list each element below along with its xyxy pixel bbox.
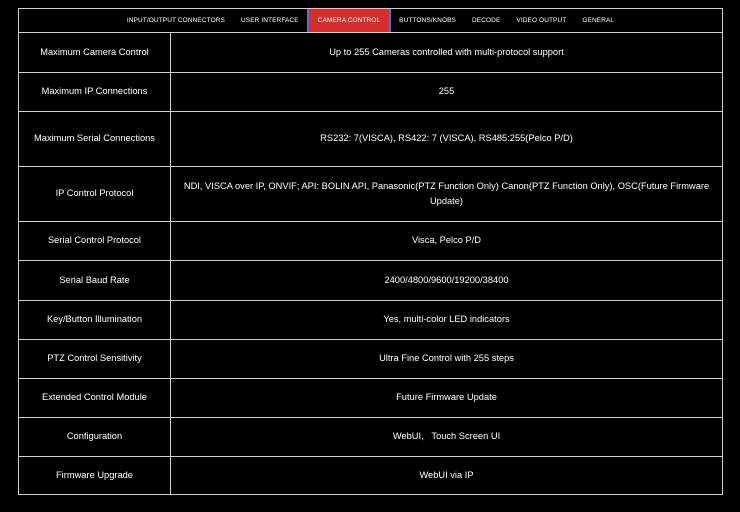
spec-label: Configuration	[19, 416, 171, 457]
spec-value: 2400/4800/9600/19200/38400	[170, 259, 722, 301]
table-row: Configuration WebUI, Touch Screen UI	[19, 416, 722, 457]
table-row: IP Control Protocol NDI, VISCA over IP, …	[19, 165, 722, 222]
tab-bar: INPUT/OUTPUT CONNECTORS USER INTERFACE C…	[19, 9, 722, 33]
table-row: Extended Control Module Future Firmware …	[19, 377, 722, 418]
tab-general[interactable]: GENERAL	[574, 9, 622, 32]
spec-value: Up to 255 Cameras controlled with multi-…	[170, 33, 722, 73]
table-row: Serial Baud Rate 2400/4800/9600/19200/38…	[19, 259, 722, 301]
spec-label: Maximum Camera Control	[19, 33, 171, 73]
spec-value: Ultra Fine Control with 255 steps	[170, 338, 722, 379]
spec-label: PTZ Control Sensitivity	[19, 338, 171, 379]
spec-label: IP Control Protocol	[19, 165, 171, 222]
table-row: Serial Control Protocol Visca, Pelco P/D	[19, 220, 722, 261]
camera-control-spec-table: Maximum Camera Control Up to 255 Cameras…	[19, 33, 722, 494]
tab-video-output[interactable]: VIDEO OUTPUT	[508, 9, 574, 32]
table-row: Key/Button Illumination Yes, multi-color…	[19, 299, 722, 340]
tab-decode[interactable]: DECODE	[464, 9, 508, 32]
spec-value: WebUI, Touch Screen UI	[170, 416, 722, 457]
spec-label: Firmware Upgrade	[19, 455, 171, 494]
spec-value: NDI, VISCA over IP, ONVIF; API: BOLIN AP…	[170, 165, 722, 222]
tab-input-output-connectors[interactable]: INPUT/OUTPUT CONNECTORS	[119, 9, 233, 32]
spec-value: RS232: 7(VISCA), RS422: 7 (VISCA), RS485…	[170, 110, 722, 167]
spec-label: Maximum Serial Connections	[19, 110, 171, 167]
table-row: PTZ Control Sensitivity Ultra Fine Contr…	[19, 338, 722, 379]
table-row: Maximum IP Connections 255	[19, 71, 722, 112]
spec-label: Serial Control Protocol	[19, 220, 171, 261]
tab-user-interface[interactable]: USER INTERFACE	[233, 9, 307, 32]
table-row: Maximum Camera Control Up to 255 Cameras…	[19, 33, 722, 73]
spec-label: Key/Button Illumination	[19, 299, 171, 340]
table-row: Maximum Serial Connections RS232: 7(VISC…	[19, 110, 722, 167]
table-row: Firmware Upgrade WebUI via IP	[19, 455, 722, 494]
tab-camera-control[interactable]: CAMERA CONTROL	[306, 9, 392, 32]
spec-value: Future Firmware Update	[170, 377, 722, 418]
tab-buttons-knobs[interactable]: BUTTONS/KNOBS	[391, 9, 464, 32]
spec-value: WebUI via IP	[170, 455, 722, 494]
spec-value: Visca, Pelco P/D	[170, 220, 722, 261]
spec-label: Serial Baud Rate	[19, 259, 171, 301]
spec-panel: INPUT/OUTPUT CONNECTORS USER INTERFACE C…	[18, 8, 723, 495]
spec-value: Yes, multi-color LED indicators	[170, 299, 722, 340]
spec-label: Extended Control Module	[19, 377, 171, 418]
spec-value: 255	[170, 71, 722, 112]
spec-label: Maximum IP Connections	[19, 71, 171, 112]
